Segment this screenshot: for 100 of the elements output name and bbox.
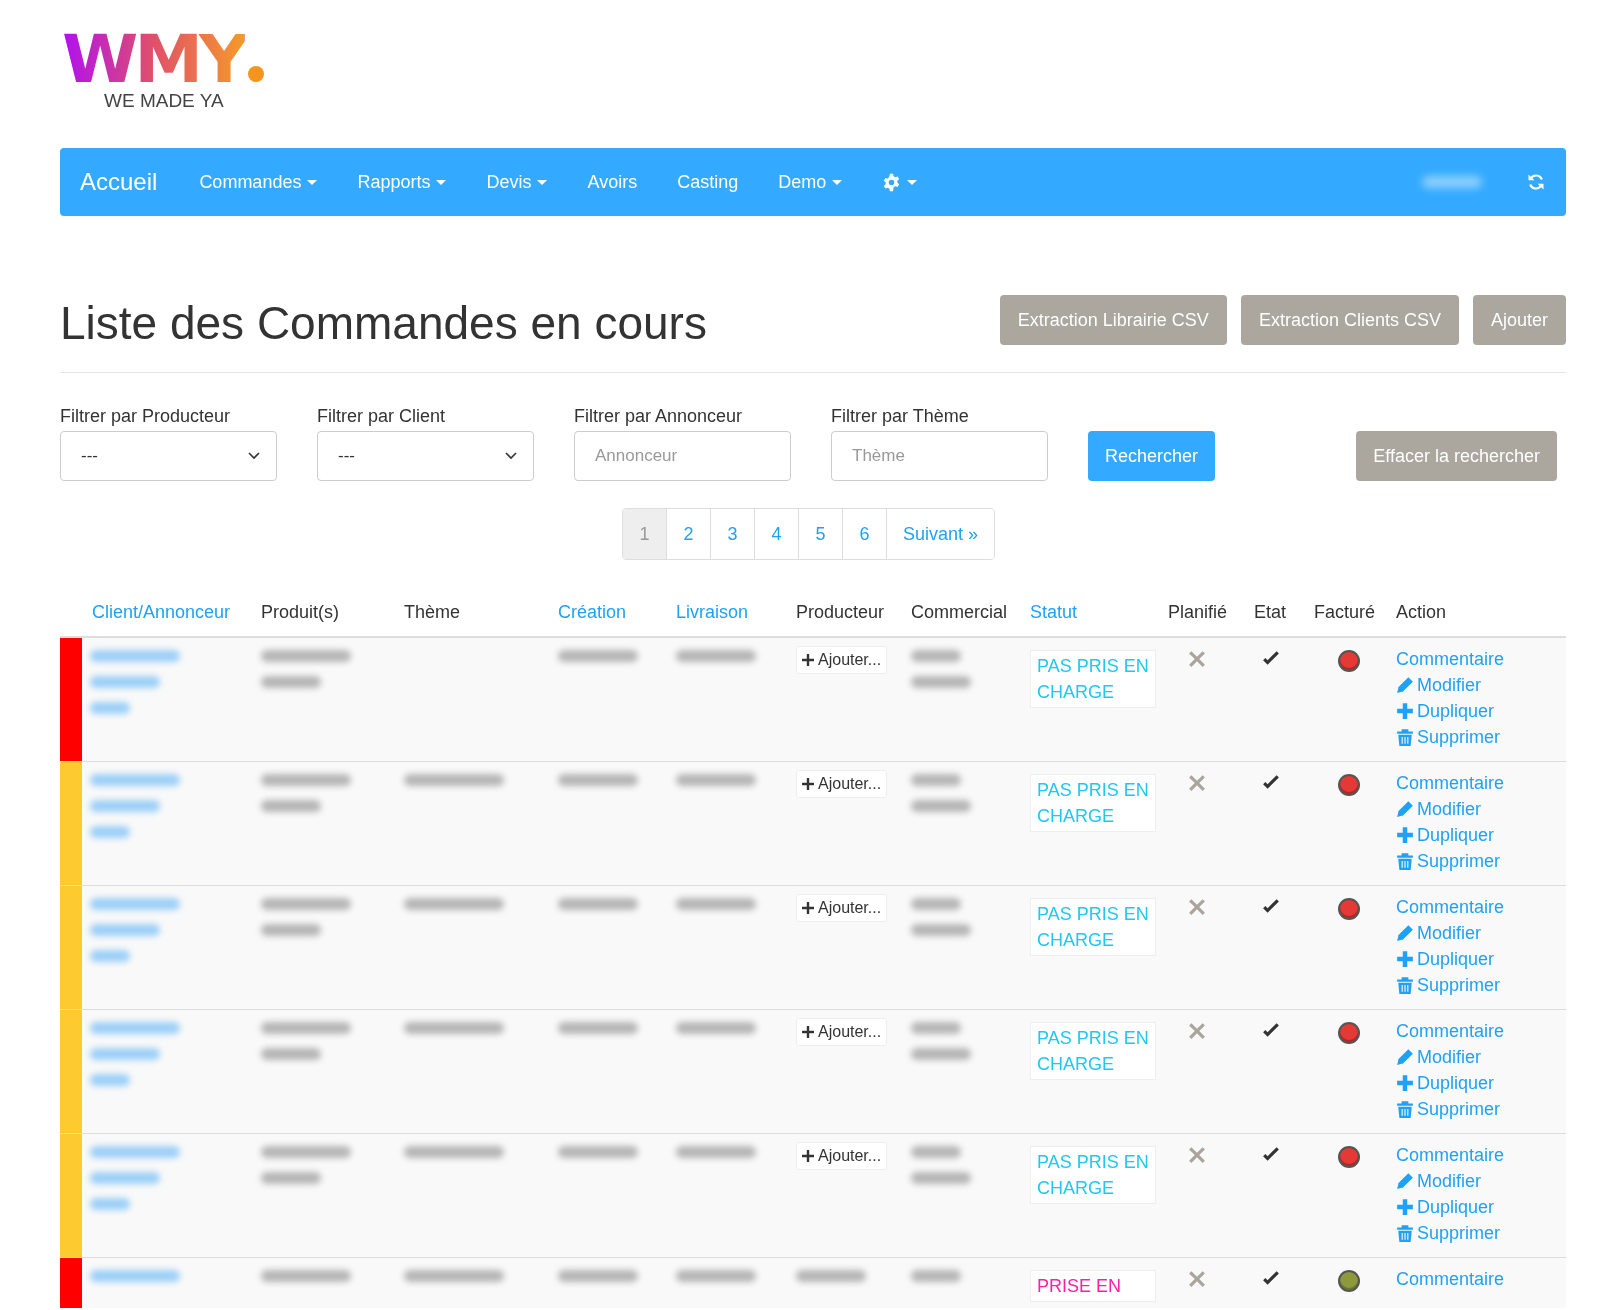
- add-producer-button[interactable]: Ajouter...: [796, 1018, 888, 1046]
- blurred-text: [90, 1048, 160, 1060]
- nav-menu-item[interactable]: Demo: [758, 171, 863, 193]
- dot-icon: [248, 66, 265, 82]
- comment-link[interactable]: Commentaire: [1396, 896, 1505, 918]
- blurred-text: [911, 898, 961, 910]
- delete-link[interactable]: Supprimer: [1396, 726, 1501, 748]
- blurred-text: [911, 1172, 971, 1184]
- nav-menu-item[interactable]: Casting: [657, 171, 759, 193]
- column-header[interactable]: Livraison: [668, 601, 788, 623]
- plus-icon: [802, 654, 814, 666]
- pencil-icon: [1396, 1048, 1414, 1066]
- add-producer-button[interactable]: Ajouter...: [796, 1142, 888, 1170]
- blurred-text: [261, 1048, 321, 1060]
- blurred-text: [911, 1022, 961, 1034]
- plus-icon: [1396, 826, 1414, 844]
- trash-icon: [1396, 1100, 1414, 1118]
- pencil-icon: [1396, 800, 1414, 818]
- blurred-text: [90, 950, 130, 962]
- nav-menu-item[interactable]: Rapports: [337, 171, 467, 193]
- duplicate-link[interactable]: Dupliquer: [1396, 700, 1495, 722]
- nav-menu-item[interactable]: Commandes: [179, 171, 338, 193]
- duplicate-link[interactable]: Dupliquer: [1396, 1196, 1495, 1218]
- action-button[interactable]: Extraction Librairie CSV: [999, 295, 1227, 345]
- pencil-icon: [1396, 924, 1414, 942]
- blurred-text: [261, 924, 321, 936]
- delete-link[interactable]: Supprimer: [1396, 1222, 1501, 1244]
- settings-icon: [882, 172, 902, 192]
- blurred-text: [911, 676, 971, 688]
- column-header[interactable]: Statut: [1022, 601, 1160, 623]
- delete-link[interactable]: Supprimer: [1396, 1098, 1501, 1120]
- duplicate-link[interactable]: Dupliquer: [1396, 824, 1495, 846]
- blurred-text: [90, 826, 130, 838]
- duplicate-link[interactable]: Dupliquer: [1396, 1072, 1495, 1094]
- blurred-text: [911, 774, 961, 786]
- nav-menu-item[interactable]: Avoirs: [567, 171, 658, 193]
- add-producer-button[interactable]: Ajouter...: [796, 646, 888, 674]
- input-field[interactable]: Thème: [831, 431, 1048, 481]
- status-label: PAS PRIS EN CHARGE: [1030, 1146, 1156, 1204]
- comment-link[interactable]: Commentaire: [1396, 648, 1505, 670]
- clear-search-button[interactable]: Effacer la rechercher: [1356, 431, 1557, 481]
- edit-link[interactable]: Modifier: [1396, 798, 1482, 820]
- edit-link[interactable]: Modifier: [1396, 922, 1482, 944]
- refresh-icon[interactable]: [1526, 172, 1546, 192]
- page-link[interactable]: 1: [622, 509, 667, 559]
- edit-link[interactable]: Modifier: [1396, 674, 1482, 696]
- delete-link[interactable]: Supprimer: [1396, 974, 1501, 996]
- delete-link[interactable]: Supprimer: [1396, 850, 1501, 872]
- duplicate-link[interactable]: Dupliquer: [1396, 948, 1495, 970]
- blurred-text: [261, 1172, 321, 1184]
- column-header: Thème: [403, 601, 462, 623]
- trash-icon: [1396, 728, 1414, 746]
- input-field[interactable]: Annonceur: [574, 431, 791, 481]
- action-button[interactable]: Ajouter: [1472, 295, 1566, 345]
- plus-icon: [1396, 1074, 1414, 1092]
- plus-icon: [802, 1150, 814, 1162]
- blurred-text: [911, 800, 971, 812]
- status-label: PAS PRIS EN CHARGE: [1030, 898, 1156, 956]
- column-header: Commercial: [910, 601, 1008, 623]
- action-button[interactable]: Extraction Clients CSV: [1240, 295, 1459, 345]
- column-header: Planifié: [1167, 601, 1229, 623]
- logo-tagline: WE MADE YA: [104, 90, 224, 112]
- comment-link[interactable]: Commentaire: [1396, 772, 1505, 794]
- column-header: Etat: [1253, 601, 1288, 623]
- blurred-text: [911, 1048, 971, 1060]
- blurred-text: [90, 1198, 130, 1210]
- comment-link[interactable]: Commentaire: [1396, 1144, 1505, 1166]
- blurred-text: [90, 676, 160, 688]
- edit-link[interactable]: Modifier: [1396, 1046, 1482, 1068]
- column-header: Action: [1395, 601, 1448, 623]
- select-field[interactable]: ---: [317, 431, 534, 481]
- add-producer-button[interactable]: Ajouter...: [796, 770, 888, 798]
- status-label: PAS PRIS EN CHARGE: [1030, 650, 1156, 708]
- add-producer-button[interactable]: Ajouter...: [796, 894, 888, 922]
- column-header: Facturé: [1313, 601, 1377, 623]
- blurred-text: [90, 1074, 130, 1086]
- plus-icon: [1396, 1198, 1414, 1216]
- nav-menu-item[interactable]: Devis: [466, 171, 568, 193]
- blurred-text: [911, 924, 971, 936]
- plus-icon: [1396, 950, 1414, 968]
- edit-link[interactable]: Modifier: [1396, 1170, 1482, 1192]
- comment-link[interactable]: Commentaire: [1396, 1020, 1505, 1042]
- blurred-text: [911, 1270, 961, 1282]
- page-title: Liste des Commandes en cours: [60, 296, 708, 350]
- filter-label: Filtrer par Producteur: [60, 405, 232, 427]
- column-header[interactable]: Création: [550, 601, 668, 623]
- search-button[interactable]: Rechercher: [1088, 431, 1216, 481]
- trash-icon: [1396, 852, 1414, 870]
- filter-label: Filtrer par Client: [317, 405, 447, 427]
- blurred-text: [911, 650, 961, 662]
- trash-icon: [1396, 976, 1414, 994]
- blurred-text: [796, 1270, 866, 1282]
- comment-link[interactable]: Commentaire: [1396, 1268, 1505, 1290]
- brand-link[interactable]: Accueil: [80, 168, 158, 196]
- filter-label: Filtrer par Thème: [831, 405, 970, 427]
- column-header[interactable]: Client/Annonceur: [82, 601, 253, 623]
- column-header: Produit(s): [260, 601, 341, 623]
- filter-label: Filtrer par Annonceur: [574, 405, 744, 427]
- select-field[interactable]: ---: [60, 431, 277, 481]
- chevron-down-icon: [505, 452, 517, 460]
